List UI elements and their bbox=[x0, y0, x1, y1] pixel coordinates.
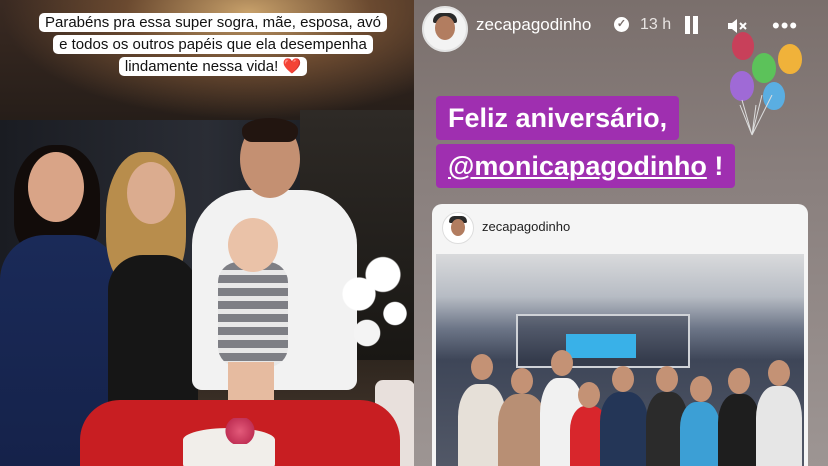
family-member-face bbox=[768, 360, 790, 386]
family-member-face bbox=[656, 366, 678, 392]
instagram-story: zecapagodinho ✓ 13 h ••• Feliz aniversár… bbox=[414, 0, 828, 466]
baby bbox=[218, 262, 288, 367]
caption-line: lindamente nessa vida! ❤️ bbox=[118, 57, 308, 76]
family-member bbox=[498, 394, 546, 466]
balloon-yellow bbox=[778, 44, 802, 74]
family-member-face bbox=[471, 354, 493, 380]
greeting-line1: Feliz aniversário, bbox=[436, 96, 680, 140]
story-username[interactable]: zecapagodinho bbox=[476, 15, 591, 35]
woman-middle-face bbox=[127, 162, 175, 224]
family-member-face bbox=[690, 376, 712, 402]
avatar-face bbox=[435, 16, 455, 40]
mention-link[interactable]: @monicapagodinho bbox=[448, 151, 707, 181]
background-tv bbox=[566, 334, 636, 358]
photo-caption: Parabéns pra essa super sogra, mãe, espo… bbox=[22, 8, 404, 82]
woman-left-face bbox=[28, 152, 84, 222]
caption-line: Parabéns pra essa super sogra, mãe, espo… bbox=[38, 13, 388, 32]
family-member-face bbox=[612, 366, 634, 392]
shared-post-card[interactable]: zecapagodinho bbox=[432, 204, 808, 466]
family-member bbox=[718, 394, 760, 466]
cake-rose bbox=[220, 418, 260, 444]
shared-post-photo bbox=[436, 254, 804, 466]
story-timestamp: 13 h bbox=[640, 16, 672, 33]
shared-post-username: zecapagodinho bbox=[482, 219, 571, 234]
balloon-red bbox=[732, 32, 754, 60]
greeting-line2: @monicapagodinho ! bbox=[436, 144, 736, 188]
family-member bbox=[600, 392, 648, 466]
birthday-greeting: Feliz aniversário, @monicapagodinho ! bbox=[436, 96, 736, 192]
profile-avatar[interactable] bbox=[422, 6, 468, 52]
family-member-face bbox=[511, 368, 533, 394]
greeting-suffix: ! bbox=[706, 151, 724, 181]
verified-badge-icon: ✓ bbox=[614, 17, 629, 32]
orchid-flowers bbox=[335, 255, 414, 385]
family-member-face bbox=[728, 368, 750, 394]
family-member bbox=[680, 402, 720, 466]
pause-icon[interactable] bbox=[684, 16, 700, 34]
family-member bbox=[756, 386, 802, 466]
avatar-face bbox=[451, 219, 465, 236]
family-member-face bbox=[551, 350, 573, 376]
baby-face bbox=[228, 218, 278, 272]
screenshot: Parabéns pra essa super sogra, mãe, espo… bbox=[0, 0, 828, 466]
balloon-strings bbox=[739, 95, 773, 136]
caption-line: e todos os outros papéis que ela desempe… bbox=[53, 35, 373, 54]
shared-post-avatar bbox=[442, 212, 474, 244]
left-photo-panel: Parabéns pra essa super sogra, mãe, espo… bbox=[0, 0, 414, 466]
man-right-hair bbox=[242, 118, 298, 142]
family-member-face bbox=[578, 382, 600, 408]
more-icon[interactable]: ••• bbox=[772, 15, 798, 37]
balloon-green bbox=[752, 53, 776, 83]
